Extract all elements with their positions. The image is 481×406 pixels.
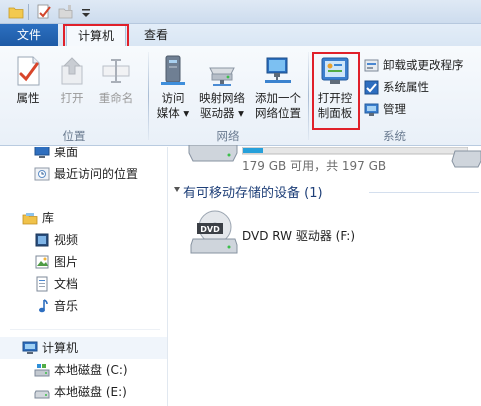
add-network-location-label-1: 添加一个 — [255, 91, 301, 105]
access-media-label-2: 媒体 ▾ — [156, 106, 190, 120]
add-network-location-label-2: 网络位置 — [255, 106, 301, 120]
open-label: 打开 — [60, 91, 84, 105]
network-group-label: 网络 — [216, 129, 240, 143]
location-group-label: 位置 — [62, 129, 86, 143]
tab-file[interactable]: 文件 — [0, 24, 58, 46]
removable-storage-header[interactable]: 有可移动存储的设备 (1) — [183, 182, 323, 201]
collapse-arrow-icon[interactable] — [173, 185, 181, 193]
content-pane: 179 GB 可用，共 197 GB 有可移动存储的设备 (1) DVD DVD… — [169, 145, 481, 406]
open-control-panel-label-2: 制面板 — [317, 106, 353, 120]
disk-space-text: 179 GB 可用，共 197 GB — [242, 159, 387, 173]
group-separator — [308, 52, 309, 140]
access-media-label-1: 访问 — [161, 91, 185, 105]
section-divider-line — [369, 192, 479, 193]
system-properties-button[interactable]: 系统属性 — [364, 78, 480, 96]
ribbon-tab-row: 文件 计算机 查看 — [0, 24, 481, 46]
system-properties-icon — [364, 80, 379, 95]
system-disk-icon — [34, 364, 50, 377]
desktop-icon — [34, 147, 50, 158]
map-network-drive-button[interactable]: 映射网络 驱动器 ▾ — [194, 54, 250, 121]
manage-icon — [364, 103, 379, 116]
access-media-button[interactable]: 访问 媒体 ▾ — [152, 54, 194, 121]
group-separator — [148, 52, 149, 140]
pictures-icon — [35, 255, 49, 269]
computer-icon — [22, 341, 38, 354]
dvd-drive-label: DVD RW 驱动器 (F:) — [242, 229, 356, 243]
properties-label: 属性 — [16, 91, 40, 105]
nav-divider — [10, 329, 160, 330]
open-control-panel-button[interactable]: 打开控 制面板 — [312, 54, 358, 121]
rename-icon — [102, 59, 130, 83]
system-group-label: 系统 — [383, 129, 406, 143]
tab-computer[interactable]: 计算机 — [66, 24, 126, 46]
videos-icon — [35, 233, 49, 247]
title-bar — [0, 0, 481, 24]
network-drive-icon — [209, 67, 235, 86]
tab-view[interactable]: 查看 — [134, 24, 178, 46]
documents-icon — [36, 276, 48, 292]
ribbon: 属性 打开 重命名 位置 访问 媒体 ▾ 映射网络 驱动器 ▾ 添加一个 网络位… — [0, 46, 481, 146]
add-network-location-button[interactable]: 添加一个 网络位置 — [250, 54, 306, 121]
hard-disk-icon[interactable] — [451, 149, 481, 169]
map-network-drive-label-2: 驱动器 ▾ — [200, 106, 244, 120]
disk-usage-bar — [242, 147, 468, 155]
customize-dropdown-icon[interactable] — [78, 4, 94, 20]
control-panel-icon — [321, 57, 349, 84]
open-icon — [61, 57, 83, 85]
open-control-panel-label-1: 打开控 — [317, 91, 353, 105]
music-icon — [39, 299, 48, 313]
folder-icon[interactable] — [8, 4, 24, 20]
manage-button[interactable]: 管理 — [364, 100, 480, 118]
recent-places-icon — [34, 167, 50, 181]
disk-icon — [34, 390, 50, 399]
new-folder-icon[interactable] — [58, 4, 74, 20]
uninstall-program-button[interactable]: 卸载或更改程序 — [364, 56, 480, 74]
properties-icon — [17, 56, 40, 86]
libraries-icon — [22, 213, 38, 225]
open-button[interactable]: 打开 — [52, 54, 92, 106]
hard-disk-icon[interactable] — [187, 145, 239, 163]
map-network-drive-label-1: 映射网络 — [199, 91, 245, 105]
uninstall-icon — [364, 59, 379, 72]
dvd-badge-text: DVD — [200, 225, 220, 234]
network-location-icon — [265, 57, 291, 83]
dvd-drive-icon: DVD — [190, 210, 238, 254]
navigation-pane: 桌面 最近访问的位置 库 视频 图片 文档 音乐 计算机 本地磁盘 (C:) 本… — [0, 147, 168, 406]
rename-button[interactable]: 重命名 — [92, 54, 140, 106]
properties-check-icon[interactable] — [36, 4, 52, 20]
rename-label: 重命名 — [98, 91, 134, 105]
media-server-icon — [161, 55, 185, 85]
toolbar-separator — [28, 4, 29, 20]
properties-button[interactable]: 属性 — [4, 54, 52, 106]
